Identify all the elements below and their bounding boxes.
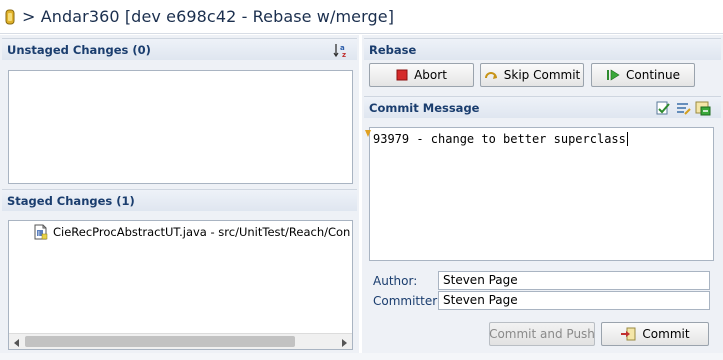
committer-label: Committer: xyxy=(373,294,441,308)
unstaged-changes-header: Unstaged Changes (0) a z xyxy=(2,38,357,60)
skip-commit-label: Skip Commit xyxy=(503,68,581,82)
skip-commit-button[interactable]: Skip Commit xyxy=(480,63,584,87)
commit-message-text: 93979 - change to better superclass xyxy=(373,132,626,146)
commit-button[interactable]: Commit xyxy=(601,322,709,346)
spell-check-icon[interactable] xyxy=(655,100,671,119)
warning-marker-icon xyxy=(364,128,372,142)
staged-files-list[interactable]: J CieRecProcAbstractUT.java - src/UnitTe… xyxy=(8,220,353,350)
commit-and-push-label: Commit and Push xyxy=(489,327,595,341)
unstaged-changes-title: Unstaged Changes (0) xyxy=(7,42,151,57)
bottom-strip xyxy=(0,353,723,360)
continue-button[interactable]: Continue xyxy=(591,63,695,87)
scroll-left-icon[interactable] xyxy=(12,337,22,347)
author-label: Author: xyxy=(373,274,418,288)
author-field[interactable]: Steven Page xyxy=(438,271,710,290)
commit-and-push-button[interactable]: Commit and Push xyxy=(489,322,595,346)
rebase-header: Rebase xyxy=(364,38,721,60)
add-signoff-icon[interactable] xyxy=(695,100,711,119)
author-value: Steven Page xyxy=(443,273,518,287)
commit-label: Commit xyxy=(642,327,690,341)
commit-icon xyxy=(620,327,636,341)
commit-message-title: Commit Message xyxy=(369,100,480,115)
staged-changes-title: Staged Changes (1) xyxy=(7,193,135,208)
repository-icon xyxy=(5,9,15,24)
abort-label: Abort xyxy=(414,68,447,82)
commit-message-header: Commit Message xyxy=(364,96,721,118)
continue-icon xyxy=(606,69,620,81)
abort-button[interactable]: Abort xyxy=(369,63,474,87)
unstaged-files-list[interactable] xyxy=(8,70,353,184)
committer-value: Steven Page xyxy=(443,293,518,307)
sort-alpha-icon[interactable]: a z xyxy=(333,42,349,59)
format-message-icon[interactable] xyxy=(675,100,691,119)
svg-text:z: z xyxy=(342,51,346,58)
page-title: > Andar360 [dev e698c42 - Rebase w/merge… xyxy=(22,7,395,26)
rebase-title: Rebase xyxy=(369,42,417,57)
scrollbar-thumb[interactable] xyxy=(25,336,295,347)
staged-changes-header: Staged Changes (1) xyxy=(2,189,357,211)
continue-label: Continue xyxy=(626,68,680,82)
horizontal-scrollbar[interactable] xyxy=(9,333,352,349)
skip-icon xyxy=(484,69,498,81)
scroll-right-icon[interactable] xyxy=(339,337,349,347)
stop-icon xyxy=(396,69,408,81)
staged-file-label: CieRecProcAbstractUT.java - src/UnitTest… xyxy=(53,225,351,239)
text-cursor xyxy=(626,132,628,146)
list-item[interactable]: J CieRecProcAbstractUT.java - src/UnitTe… xyxy=(33,223,351,241)
java-file-icon: J xyxy=(34,224,48,240)
committer-field[interactable]: Steven Page xyxy=(438,291,710,310)
commit-message-input[interactable]: 93979 - change to better superclass xyxy=(365,127,714,261)
window-title-bar: > Andar360 [dev e698c42 - Rebase w/merge… xyxy=(0,0,723,34)
svg-text:J: J xyxy=(37,231,40,238)
